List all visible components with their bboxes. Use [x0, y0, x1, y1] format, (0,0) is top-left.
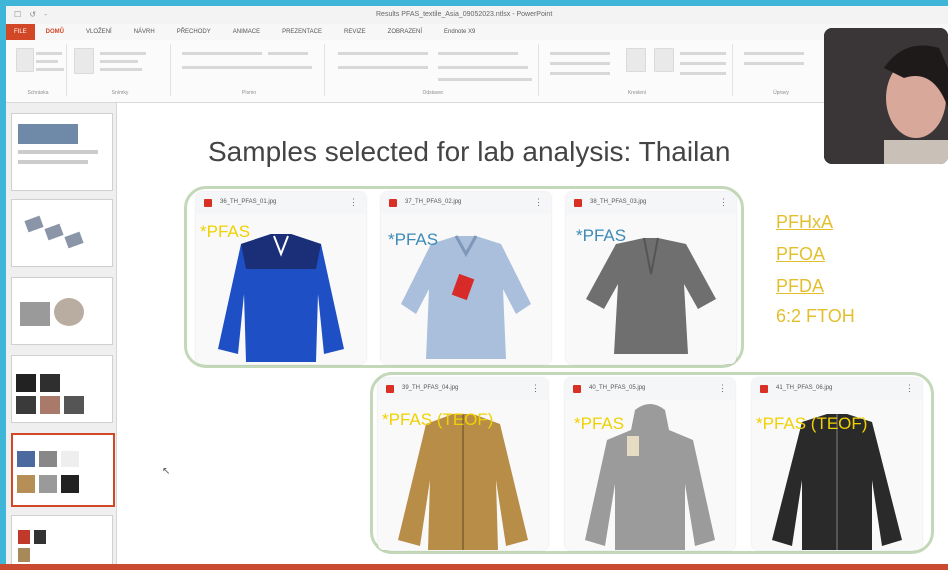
new-slide-button[interactable]	[74, 48, 94, 74]
ribbon-group-label: Kreslení	[627, 90, 647, 96]
tab-endnote[interactable]: Endnote X9	[433, 24, 486, 40]
slide-thumbnail[interactable]	[11, 277, 113, 345]
file-name: 37_TH_PFAS_02.jpg	[405, 199, 462, 205]
pfas-label: *PFAS	[200, 222, 251, 241]
tab-file[interactable]: FILE	[6, 24, 35, 40]
ribbon-group-editing: Úpravy	[736, 44, 826, 96]
ribbon-group-label: Schránka	[27, 90, 49, 96]
image-file-icon	[389, 199, 397, 207]
file-name: 39_TH_PFAS_04.jpg	[402, 385, 459, 391]
chemical-pfda: PFDA	[776, 276, 825, 296]
ribbon-tabs: FILE DOMŮ VLOŽENÍ NÁVRH PŘECHODY ANIMACE…	[6, 24, 948, 40]
ribbon-group-font: Písmo	[174, 44, 325, 96]
slide-thumbnail[interactable]	[11, 355, 113, 423]
image-file-icon	[760, 385, 768, 393]
arrange-button[interactable]	[626, 48, 646, 72]
ribbon: Schránka Snímky Písmo Odstavec Kreslení …	[6, 40, 948, 103]
tab-slideshow[interactable]: PREZENTACE	[271, 24, 333, 40]
ribbon-group-drawing: Kreslení	[542, 44, 733, 96]
more-options-icon[interactable]: ⋮	[905, 383, 914, 394]
ribbon-group-label: Úpravy	[773, 90, 789, 96]
file-name: 40_TH_PFAS_05.jpg	[589, 385, 646, 391]
quick-access-toolbar[interactable]: ☐ ↺ -	[14, 10, 50, 19]
ribbon-group-label: Odstavec	[422, 90, 444, 96]
tab-view[interactable]: ZOBRAZENÍ	[377, 24, 433, 40]
pfas-teof-label: *PFAS (TEOF)	[382, 410, 494, 429]
file-card[interactable]: 40_TH_PFAS_05.jpg ⋮	[565, 378, 735, 550]
more-options-icon[interactable]: ⋮	[531, 383, 540, 394]
webcam-video	[824, 28, 948, 164]
ribbon-group-label: Snímky	[111, 90, 129, 96]
slide-thumbnail[interactable]	[11, 113, 113, 191]
image-file-icon	[574, 199, 582, 207]
file-card[interactable]: 38_TH_PFAS_03.jpg ⋮	[566, 192, 736, 364]
slide-thumbnail-selected[interactable]	[11, 433, 115, 507]
slide-thumbnail[interactable]	[11, 515, 113, 567]
tab-review[interactable]: REVIZE	[333, 24, 377, 40]
file-card[interactable]: 37_TH_PFAS_02.jpg ⋮	[381, 192, 551, 364]
chemical-pfhxa: PFHxA	[776, 212, 834, 232]
file-card[interactable]: 41_TH_PFAS_06.jpg ⋮	[752, 378, 922, 550]
more-options-icon[interactable]: ⋮	[349, 197, 358, 208]
file-name: 41_TH_PFAS_06.jpg	[776, 385, 833, 391]
image-file-icon	[386, 385, 394, 393]
ribbon-group-clipboard: Schránka	[10, 44, 67, 96]
quick-styles-button[interactable]	[654, 48, 674, 72]
tab-animations[interactable]: ANIMACE	[222, 24, 271, 40]
ribbon-group-paragraph: Odstavec	[328, 44, 539, 96]
window-title: Results PFAS_textile_Asia_09052023.ntlsx…	[376, 11, 553, 18]
file-card[interactable]: 39_TH_PFAS_04.jpg ⋮	[378, 378, 548, 550]
title-bar: ☐ ↺ - Results PFAS_textile_Asia_09052023…	[6, 6, 948, 24]
paste-button[interactable]	[16, 48, 34, 72]
tab-insert[interactable]: VLOŽENÍ	[75, 24, 123, 40]
pfas-teof-label: *PFAS (TEOF)	[756, 414, 868, 433]
slide-thumbnail[interactable]	[11, 199, 113, 267]
tab-design[interactable]: NÁVRH	[123, 24, 166, 40]
mouse-cursor-icon: ↖	[162, 466, 171, 477]
tab-transitions[interactable]: PŘECHODY	[166, 24, 222, 40]
file-name: 36_TH_PFAS_01.jpg	[220, 199, 277, 205]
file-name: 38_TH_PFAS_03.jpg	[590, 199, 647, 205]
pfas-label: *PFAS	[388, 230, 439, 249]
slide-title: Samples selected for lab analysis: Thail…	[208, 136, 731, 167]
slide-thumbnails-pane	[6, 103, 117, 567]
chemical-pfoa: PFOA	[776, 244, 826, 264]
status-bar	[0, 564, 948, 570]
more-options-icon[interactable]: ⋮	[534, 197, 543, 208]
tab-home[interactable]: DOMŮ	[35, 24, 75, 40]
more-options-icon[interactable]: ⋮	[719, 197, 728, 208]
ribbon-group-slides: Snímky	[70, 44, 171, 96]
file-card[interactable]: 36_TH_PFAS_01.jpg ⋮	[196, 192, 366, 364]
pfas-label: *PFAS	[574, 414, 625, 433]
more-options-icon[interactable]: ⋮	[718, 383, 727, 394]
image-file-icon	[573, 385, 581, 393]
chemical-62-ftoh: 6:2 FTOH	[776, 306, 855, 326]
ribbon-group-label: Písmo	[241, 90, 257, 96]
pfas-label: *PFAS	[576, 226, 627, 245]
image-file-icon	[204, 199, 212, 207]
